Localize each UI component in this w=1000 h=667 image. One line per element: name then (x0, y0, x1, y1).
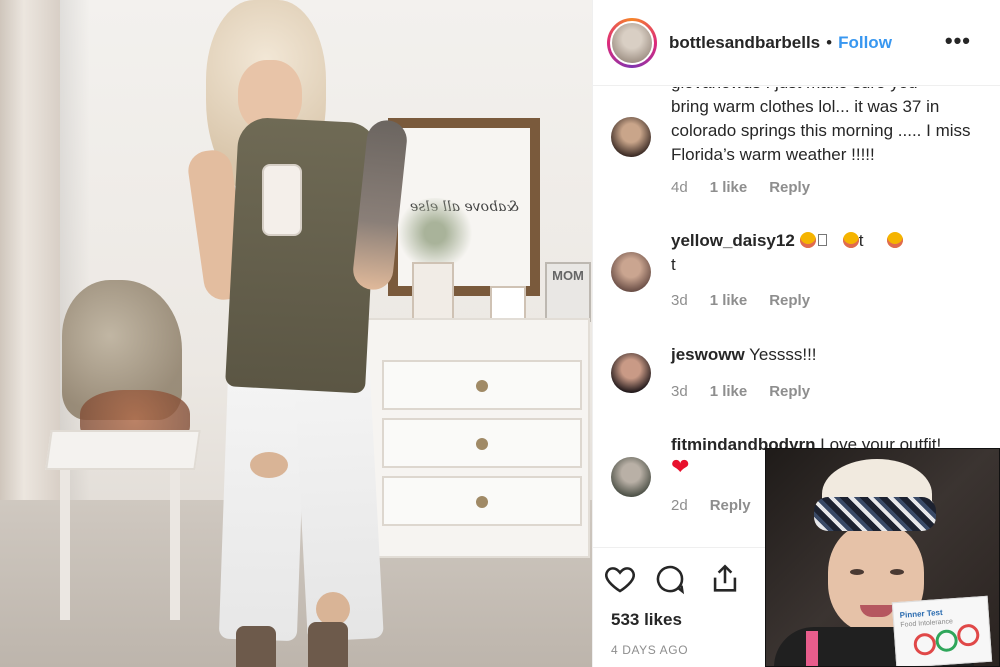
comment-username[interactable]: yellow_daisy12 (671, 231, 795, 250)
comment-avatar[interactable] (611, 353, 651, 393)
comment-likes[interactable]: 1 like (710, 292, 748, 309)
comment-likes[interactable]: 1 like (710, 179, 748, 196)
comment-meta: 4d 1 like Reply (671, 179, 810, 196)
heart-icon[interactable] (603, 562, 637, 596)
phone-in-hand (262, 164, 302, 236)
comment-text: yellow_daisy12 t t (671, 229, 981, 277)
profile-avatar[interactable] (607, 17, 657, 68)
reply-button[interactable]: Reply (710, 497, 751, 514)
mom-sign: MOM (545, 262, 591, 322)
boot (308, 622, 348, 667)
comment-meta: 2d Reply (671, 497, 751, 514)
post-username[interactable]: bottlesandbarbells (669, 33, 820, 53)
comment-text: bring warm clothes lol... it was 37 in c… (671, 97, 971, 164)
patterned-headband (814, 497, 936, 531)
side-table (45, 430, 201, 470)
comment-username[interactable]: jeswoww (671, 345, 745, 364)
comment-age: 4d (671, 179, 688, 196)
post-time: 4 DAYS AGO (611, 643, 689, 657)
missing-glyph-icon (817, 233, 827, 246)
follow-button[interactable]: Follow (838, 33, 892, 53)
test-kit-box: Pinner Test Food Intolerance (891, 595, 993, 666)
cotton-plant (395, 198, 475, 268)
more-options-icon[interactable]: ••• (945, 30, 971, 52)
boot (236, 626, 276, 667)
comment-icon[interactable] (653, 562, 687, 596)
comment-text: jeswoww Yessss!!! (671, 345, 817, 364)
comment-avatar[interactable] (611, 252, 651, 292)
princess-emoji-icon (842, 231, 859, 248)
red-heart-emoji-icon: ❤ (671, 454, 690, 479)
comment-meta: 3d 1 like Reply (671, 292, 810, 309)
decor-card (412, 262, 454, 322)
white-dresser (362, 318, 590, 558)
reply-button[interactable]: Reply (769, 179, 810, 196)
reply-button[interactable]: Reply (769, 292, 810, 309)
comment-avatar[interactable] (611, 457, 651, 497)
comment-age: 3d (671, 292, 688, 309)
share-icon[interactable] (708, 562, 742, 596)
overlay-inset-photo: Pinner Test Food Intolerance (765, 448, 1000, 667)
comment-age: 3d (671, 383, 688, 400)
princess-emoji-icon (799, 231, 816, 248)
separator-dot: • (826, 32, 833, 52)
post-header: bottlesandbarbells • Follow ••• (593, 0, 1000, 86)
comment-likes[interactable]: 1 like (710, 383, 748, 400)
princess-emoji-icon (887, 231, 904, 248)
comment-clipped-line: giovanowus I just make sure you (671, 87, 981, 95)
likes-count[interactable]: 533 likes (611, 610, 682, 630)
comment-age: 2d (671, 497, 688, 514)
post-photo[interactable]: &above all else MOM (0, 0, 592, 667)
reply-button[interactable]: Reply (769, 383, 810, 400)
comment-avatar[interactable] (611, 117, 651, 157)
comment-meta: 3d 1 like Reply (671, 383, 810, 400)
